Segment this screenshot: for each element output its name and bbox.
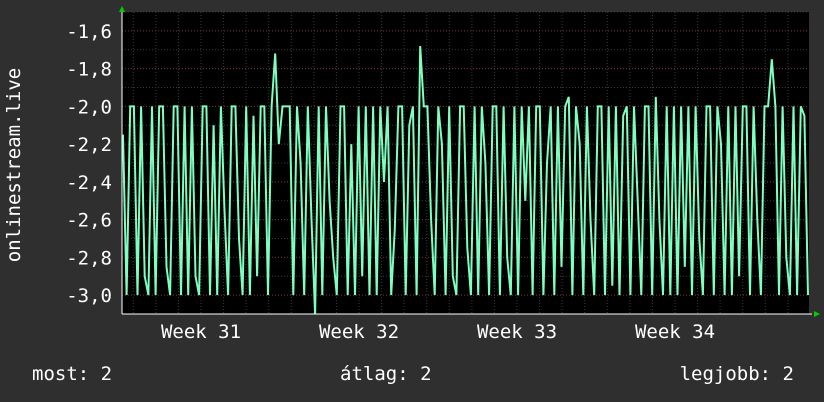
- stat-best: legjobb: 2: [679, 363, 794, 385]
- y-tick-label: -2,0: [66, 96, 112, 118]
- stat-average: átlag: 2: [340, 363, 432, 385]
- y-tick-label: -2,2: [66, 134, 112, 156]
- x-tick-label: Week 34: [635, 321, 715, 343]
- y-tick-label: -1,8: [66, 59, 112, 81]
- y-tick-label: -1,6: [66, 21, 112, 43]
- chart: -1,6 -1,8 -2,0 -2,2 -2,4 -2,6 -2,8 -3,0 Week 31…: [3, 6, 820, 343]
- y-axis-arrow-icon: [119, 6, 125, 12]
- x-tick-label: Week 32: [319, 321, 399, 343]
- x-tick-labels: Week 31 Week 32 Week 33 Week 34: [161, 321, 715, 343]
- y-tick-label: -3,0: [66, 285, 112, 307]
- y-tick-label: -2,8: [66, 247, 112, 269]
- stat-most: most: 2: [32, 363, 113, 385]
- x-axis-arrow-icon: [814, 311, 820, 317]
- y-tick-labels: -1,6 -1,8 -2,0 -2,2 -2,4 -2,6 -2,8 -3,0: [66, 21, 112, 307]
- y-axis-label: onlinestream.live: [3, 68, 25, 262]
- y-tick-label: -2,4: [66, 172, 112, 194]
- y-tick-label: -2,6: [66, 210, 112, 232]
- x-tick-label: Week 31: [161, 321, 241, 343]
- x-tick-label: Week 33: [477, 321, 557, 343]
